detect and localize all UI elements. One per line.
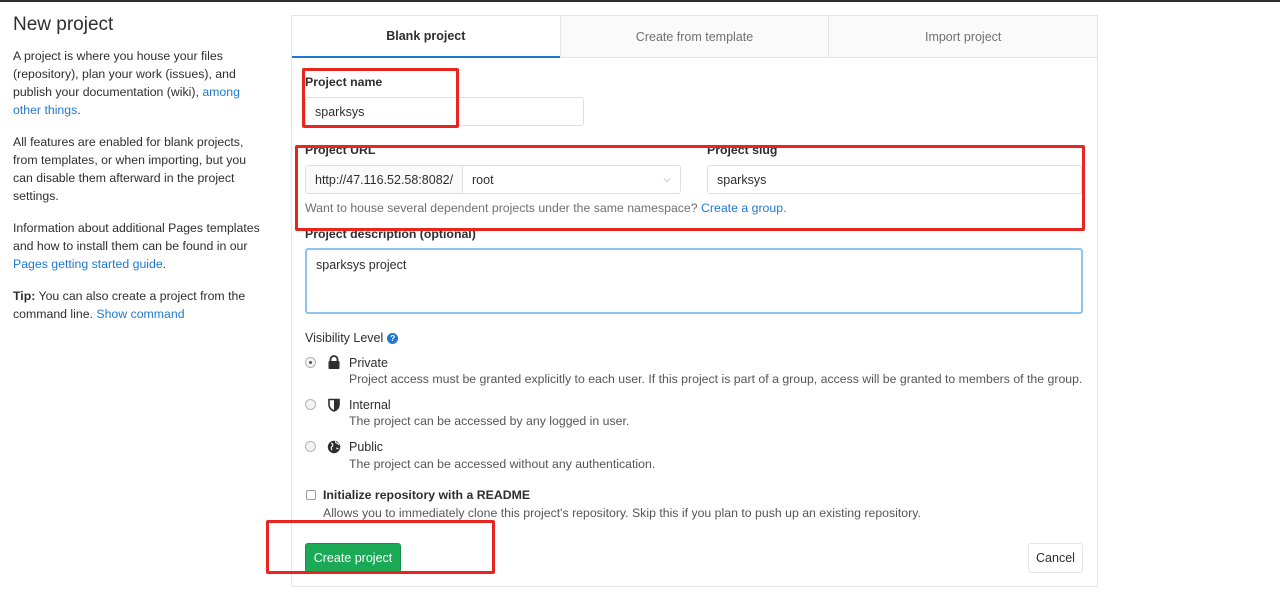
tip-label: Tip: — [13, 289, 36, 303]
project-url-prefix: http://47.116.52.58:8082/ — [305, 165, 463, 194]
chevron-down-icon: ⌵ — [663, 174, 671, 185]
pages-guide-link[interactable]: Pages getting started guide — [13, 257, 163, 271]
visibility-level-label: Visibility Level? — [305, 331, 399, 345]
new-project-panel: Blank project Create from template Impor… — [291, 15, 1098, 587]
initialize-readme-label[interactable]: Initialize repository with a README — [323, 488, 530, 502]
visibility-internal-desc: The project can be accessed by any logge… — [349, 414, 630, 428]
visibility-private-radio[interactable] — [305, 357, 316, 368]
pages-text: Information about additional Pages templ… — [13, 221, 260, 253]
namespace-help: Want to house several dependent projects… — [305, 201, 786, 215]
namespace-select[interactable]: root ⌵ — [462, 165, 681, 194]
visibility-public-radio[interactable] — [305, 441, 316, 452]
question-icon[interactable]: ? — [387, 333, 399, 345]
create-project-button[interactable]: Create project — [305, 543, 401, 573]
visibility-private-title: Private — [349, 356, 388, 370]
create-group-link[interactable]: Create a group. — [701, 201, 786, 215]
initialize-readme-checkbox[interactable] — [306, 490, 316, 500]
project-slug-input[interactable]: sparksys — [707, 165, 1082, 194]
project-name-input[interactable]: sparksys — [305, 97, 584, 126]
shield-icon — [328, 398, 340, 412]
visibility-private-desc: Project access must be granted explicitl… — [349, 372, 1083, 386]
top-border — [0, 0, 1280, 2]
page-title: New project — [13, 14, 114, 35]
globe-icon — [327, 440, 341, 454]
visibility-internal-title: Internal — [349, 398, 391, 412]
initialize-readme-desc: Allows you to immediately clone this pro… — [323, 506, 921, 520]
visibility-public-desc: The project can be accessed without any … — [349, 457, 656, 471]
tab-blank-project[interactable]: Blank project — [292, 16, 560, 58]
namespace-value: root — [472, 172, 494, 187]
show-command-link[interactable]: Show command — [96, 307, 184, 321]
lock-icon — [328, 355, 340, 369]
intro-paragraph: A project is where you house your files … — [13, 49, 240, 117]
features-paragraph: All features are enabled for blank proje… — [13, 135, 247, 203]
project-description-textarea[interactable]: sparksys project — [305, 248, 1083, 314]
project-slug-label: Project slug — [707, 143, 778, 157]
pages-paragraph: Information about additional Pages templ… — [13, 221, 260, 271]
visibility-internal-radio[interactable] — [305, 399, 316, 410]
sidebar: New project A project is where you house… — [13, 14, 263, 337]
tab-create-from-template[interactable]: Create from template — [559, 16, 829, 58]
project-description-label: Project description (optional) — [305, 227, 476, 241]
project-tabs: Blank project Create from template Impor… — [292, 16, 1098, 58]
tip-paragraph: Tip: You can also create a project from … — [13, 287, 263, 323]
cancel-button[interactable]: Cancel — [1028, 543, 1083, 573]
visibility-public-title: Public — [349, 440, 384, 454]
project-url-label: Project URL — [305, 143, 376, 157]
project-name-label: Project name — [305, 75, 383, 89]
tab-import-project[interactable]: Import project — [828, 16, 1098, 58]
namespace-help-text: Want to house several dependent projects… — [305, 201, 698, 215]
